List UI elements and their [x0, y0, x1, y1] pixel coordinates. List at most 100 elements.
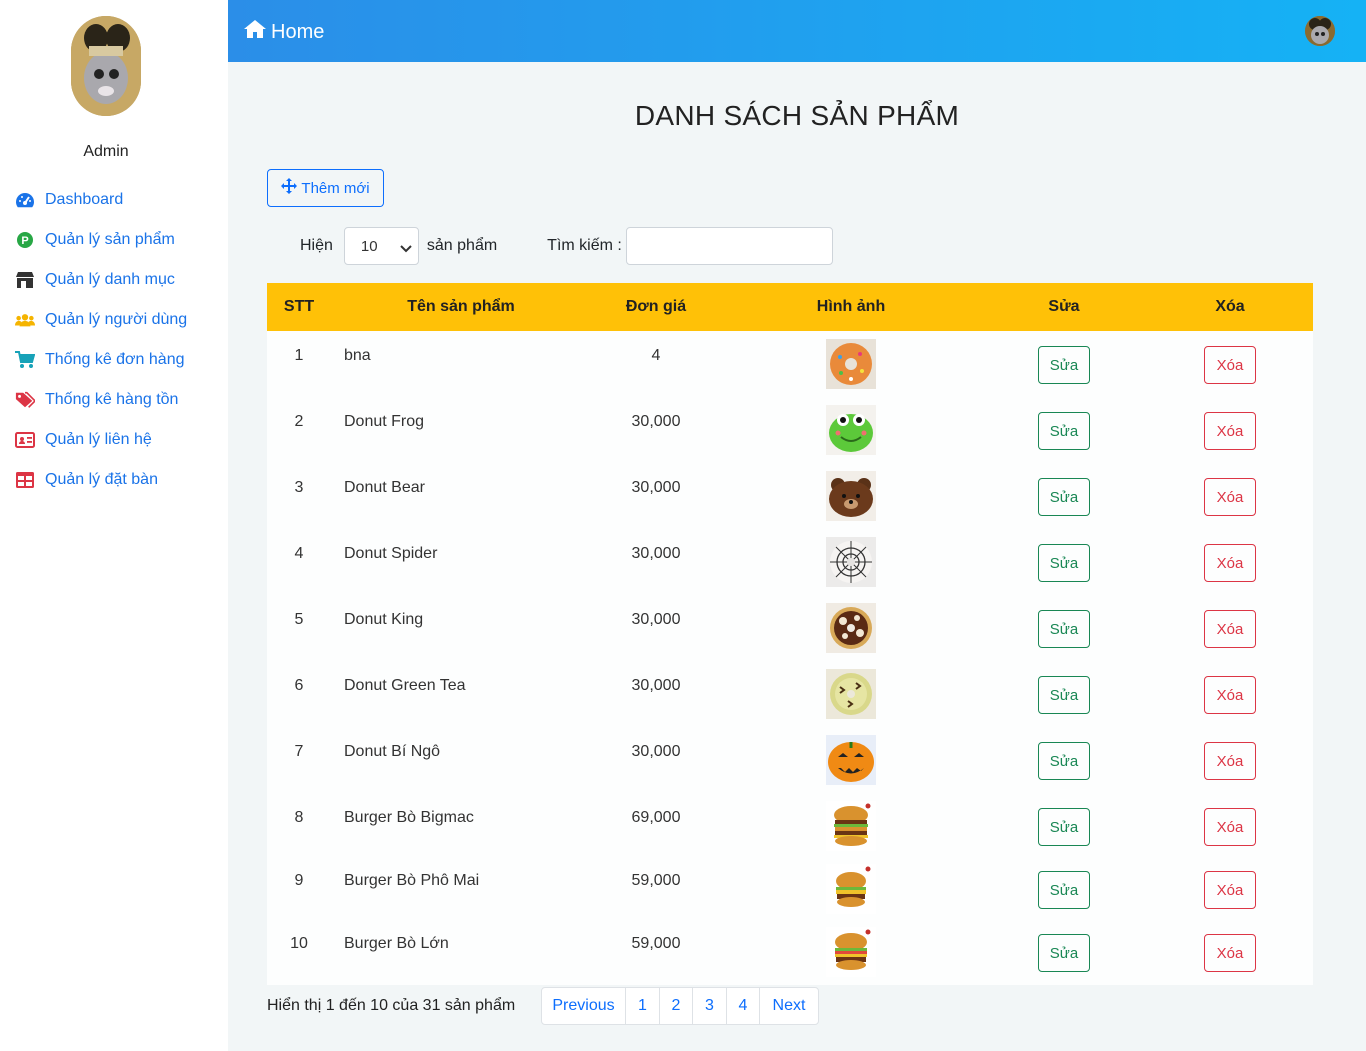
sidebar-item-products[interactable]: P Quản lý sản phẩm: [0, 220, 228, 260]
cell-edit: Sửa: [981, 529, 1147, 595]
sidebar-item-categories[interactable]: Quản lý danh mục: [0, 260, 228, 300]
cell-product-name: Donut Bear: [344, 479, 425, 496]
top-navbar: Home: [228, 0, 1366, 62]
cell-image: [721, 856, 981, 919]
table-row: 3 Donut Bear 30,000 Sửa Xóa: [267, 463, 1313, 529]
delete-button[interactable]: Xóa: [1204, 808, 1256, 846]
search-input[interactable]: [625, 227, 833, 265]
edit-button[interactable]: Sửa: [1038, 676, 1090, 714]
cell-price: 30,000: [631, 677, 681, 694]
cell-image: [721, 529, 981, 595]
svg-text:P: P: [21, 235, 28, 247]
cell-stt: 6: [294, 677, 304, 694]
cell-delete: Xóa: [1147, 529, 1313, 595]
page-4[interactable]: 4: [727, 988, 760, 1024]
page-size-select[interactable]: 10: [343, 227, 419, 265]
cell-stt: 9: [294, 872, 304, 889]
search-label: Tìm kiếm :: [547, 237, 622, 254]
user-avatar[interactable]: [1305, 16, 1335, 46]
sidebar-item-label: Quản lý đặt bàn: [45, 471, 158, 488]
cell-edit: Sửa: [981, 463, 1147, 529]
col-header-price[interactable]: Đơn giá: [591, 283, 721, 331]
page-1[interactable]: 1: [626, 988, 660, 1024]
edit-button[interactable]: Sửa: [1038, 544, 1090, 582]
delete-button[interactable]: Xóa: [1204, 871, 1256, 909]
delete-button[interactable]: Xóa: [1204, 934, 1256, 972]
delete-button[interactable]: Xóa: [1204, 412, 1256, 450]
add-button-label: Thêm mới: [301, 179, 370, 197]
cell-delete: Xóa: [1147, 793, 1313, 856]
sidebar-item-contacts[interactable]: Quản lý liên hệ: [0, 420, 228, 460]
show-label: Hiện: [300, 237, 333, 254]
sidebar-item-reservations[interactable]: Quản lý đặt bàn: [0, 460, 228, 500]
edit-button[interactable]: Sửa: [1038, 808, 1090, 846]
cell-product-name: Burger Bò Lớn: [344, 935, 449, 952]
edit-button[interactable]: Sửa: [1038, 742, 1090, 780]
delete-button[interactable]: Xóa: [1204, 346, 1256, 384]
cell-price: 30,000: [631, 479, 681, 496]
pagination: Previous 1 2 3 4 Next: [541, 987, 819, 1025]
cell-image: [721, 793, 981, 856]
page-size-value: 10: [360, 237, 378, 255]
col-header-edit[interactable]: Sửa: [981, 283, 1147, 331]
home-icon: [243, 19, 271, 45]
cell-delete: Xóa: [1147, 463, 1313, 529]
page-2[interactable]: 2: [660, 988, 693, 1024]
col-header-delete[interactable]: Xóa: [1147, 283, 1313, 331]
users-icon: [15, 310, 35, 330]
table-row: 4 Donut Spider 30,000 Sửa Xóa: [267, 529, 1313, 595]
cell-image: [721, 919, 981, 985]
cell-stt: 1: [294, 347, 304, 364]
table-row: 9 Burger Bò Phô Mai 59,000 Sửa Xóa: [267, 856, 1313, 919]
product-p-badge-icon: P: [15, 230, 35, 250]
sidebar-item-orders[interactable]: Thống kê đơn hàng: [0, 340, 228, 380]
col-header-stt[interactable]: STT: [267, 283, 331, 331]
sidebar-item-label: Quản lý danh mục: [45, 271, 175, 288]
cell-product-name: Burger Bò Phô Mai: [344, 872, 480, 889]
add-product-button[interactable]: Thêm mới: [267, 169, 384, 207]
products-table: STT Tên sản phẩm Đơn giá Hình ảnh Sửa Xó…: [267, 283, 1313, 985]
cart-icon: [15, 350, 35, 370]
edit-button[interactable]: Sửa: [1038, 871, 1090, 909]
home-link[interactable]: Home: [243, 19, 324, 45]
cell-product-name: Donut King: [344, 611, 424, 628]
cell-edit: Sửa: [981, 856, 1147, 919]
edit-button[interactable]: Sửa: [1038, 610, 1090, 648]
delete-button[interactable]: Xóa: [1204, 610, 1256, 648]
cell-price: 59,000: [631, 935, 681, 952]
edit-button[interactable]: Sửa: [1038, 412, 1090, 450]
product-thumbnail: [826, 603, 876, 653]
edit-button[interactable]: Sửa: [1038, 478, 1090, 516]
sidebar-item-inventory[interactable]: Thống kê hàng tồn: [0, 380, 228, 420]
sidebar-item-dashboard[interactable]: Dashboard: [0, 180, 228, 220]
delete-button[interactable]: Xóa: [1204, 478, 1256, 516]
product-thumbnail: [826, 669, 876, 719]
cell-image: [721, 661, 981, 727]
move-arrows-icon: [281, 178, 301, 198]
page-previous[interactable]: Previous: [542, 988, 626, 1024]
cell-edit: Sửa: [981, 919, 1147, 985]
cell-price: 30,000: [631, 743, 681, 760]
sidebar: Admin Dashboard P Quản lý sản phẩm Quản …: [0, 0, 228, 1051]
col-header-image[interactable]: Hình ảnh: [721, 283, 981, 331]
admin-avatar[interactable]: [71, 16, 141, 116]
unit-label: sản phẩm: [426, 237, 498, 254]
table-row: 7 Donut Bí Ngô 30,000 Sửa Xóa: [267, 727, 1313, 793]
cell-image: [721, 397, 981, 463]
sidebar-item-users[interactable]: Quản lý người dùng: [0, 300, 228, 340]
edit-button[interactable]: Sửa: [1038, 934, 1090, 972]
cell-delete: Xóa: [1147, 856, 1313, 919]
delete-button[interactable]: Xóa: [1204, 742, 1256, 780]
cell-price: 30,000: [631, 611, 681, 628]
product-thumbnail: [826, 537, 876, 587]
delete-button[interactable]: Xóa: [1204, 676, 1256, 714]
delete-button[interactable]: Xóa: [1204, 544, 1256, 582]
cell-stt: 8: [294, 809, 304, 826]
page-next[interactable]: Next: [760, 988, 818, 1024]
cell-image: [721, 727, 981, 793]
edit-button[interactable]: Sửa: [1038, 346, 1090, 384]
page-title: DANH SÁCH SẢN PHẨM: [634, 100, 960, 131]
page-3[interactable]: 3: [693, 988, 727, 1024]
col-header-name[interactable]: Tên sản phẩm: [331, 283, 591, 331]
cell-price: 69,000: [631, 809, 681, 826]
